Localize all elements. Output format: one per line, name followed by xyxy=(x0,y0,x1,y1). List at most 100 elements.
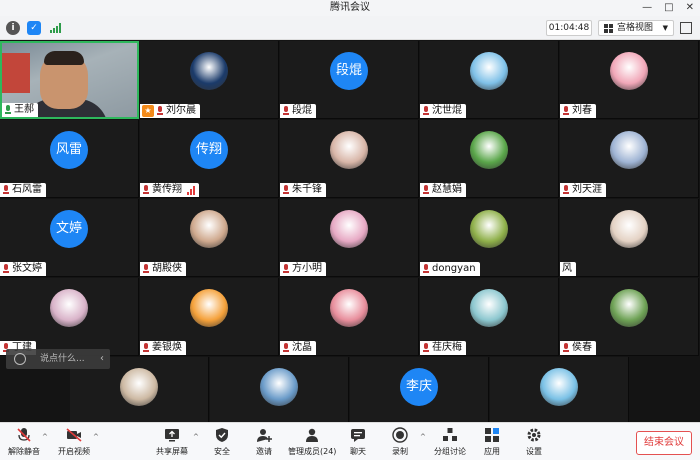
chevron-down-icon: ▼ xyxy=(662,24,668,32)
mic-muted-icon xyxy=(422,106,430,116)
mic-muted-icon xyxy=(142,264,150,274)
shield-icon[interactable]: ✓ xyxy=(27,21,41,35)
participant-tile[interactable]: 姜银焕 xyxy=(140,278,279,356)
participant-name-bar: 沈世焜 xyxy=(420,104,466,118)
end-meeting-button[interactable]: 结束会议 xyxy=(636,431,692,455)
manage-members-button[interactable]: 管理成员(24) xyxy=(288,427,336,459)
mic-muted-icon xyxy=(16,427,32,443)
participant-tile[interactable]: 文婷 张文婷 xyxy=(0,199,139,277)
title-bar: 腾讯会议 — □ ✕ xyxy=(0,0,700,16)
video-person-face xyxy=(40,51,88,109)
record-button[interactable]: 录制 xyxy=(378,427,422,459)
participant-name: 刘春 xyxy=(572,105,592,116)
participant-tile[interactable]: 丁建 xyxy=(0,278,139,356)
avatar-photo xyxy=(610,210,648,248)
participant-name: 赵慧娟 xyxy=(432,184,462,195)
participant-name: 黄传翔 xyxy=(152,184,182,195)
chat-button[interactable]: 聊天 xyxy=(336,427,380,459)
avatar-photo xyxy=(610,289,648,327)
window-title: 腾讯会议 xyxy=(330,2,370,13)
participant-tile[interactable]: 沈世焜 xyxy=(420,41,559,119)
fullscreen-icon[interactable] xyxy=(680,22,692,34)
apps-grid-icon xyxy=(484,427,500,443)
members-icon xyxy=(304,427,320,443)
mic-muted-icon xyxy=(282,264,290,274)
participant-name: 沈世焜 xyxy=(432,105,462,116)
breakout-icon xyxy=(442,427,458,443)
mic-muted-icon xyxy=(2,264,10,274)
participant-tile[interactable]: 赵慧娟 xyxy=(420,120,559,198)
share-screen-button[interactable]: 共享屏幕 xyxy=(150,427,194,459)
bottom-toolbar: 解除静音 ^ 开启视频 ^ 共享屏幕 ^ 安全 邀请 管理成员(24) 聊天 录… xyxy=(0,422,700,460)
signal-icon[interactable] xyxy=(48,21,62,35)
mic-muted-icon xyxy=(282,185,290,195)
participant-tile[interactable]: 风雷 石风雷 xyxy=(0,120,139,198)
participant-tile[interactable]: 传翔 黄传翔 xyxy=(140,120,279,198)
participant-grid: 王郝 ★ 刘尔晨 段焜 段焜 沈世焜 刘春 风雷 石风雷 传翔 黄传翔 朱千锋 赵慧娟 刘天涯 文婷 张文婷胡… xyxy=(0,41,700,435)
breakout-button[interactable]: 分组讨论 xyxy=(428,427,472,459)
avatar-photo xyxy=(330,131,368,169)
participant-tile[interactable]: 段焜 段焜 xyxy=(280,41,419,119)
participant-tile[interactable]: 风 xyxy=(560,199,699,277)
participant-tile[interactable]: 朱千锋 xyxy=(280,120,419,198)
mute-button[interactable]: 解除静音 xyxy=(2,427,46,459)
security-button[interactable]: 安全 xyxy=(200,427,244,459)
participant-tile[interactable]: dongyan xyxy=(420,199,559,277)
avatar-photo xyxy=(50,289,88,327)
share-options-caret[interactable]: ^ xyxy=(193,433,199,441)
mic-muted-icon xyxy=(142,343,150,353)
maximize-icon[interactable]: □ xyxy=(664,0,673,16)
participant-tile[interactable]: 刘春 xyxy=(560,41,699,119)
add-user-icon xyxy=(256,427,272,443)
info-icon[interactable]: i xyxy=(6,21,20,35)
participant-name-bar: 石风雷 xyxy=(0,183,46,197)
participant-name-bar: 朱千锋 xyxy=(280,183,326,197)
close-icon[interactable]: ✕ xyxy=(686,0,694,16)
video-options-caret[interactable]: ^ xyxy=(93,433,99,441)
participant-name: 刘天涯 xyxy=(572,184,602,195)
participant-tile[interactable]: 胡殿侠 xyxy=(140,199,279,277)
chevron-left-icon[interactable]: ‹ xyxy=(100,349,104,369)
participant-name-bar: 张文婷 xyxy=(0,262,46,276)
screen-share-icon xyxy=(164,427,180,443)
avatar-initials: 段焜 xyxy=(330,52,368,90)
participant-name-bar: 荏庆梅 xyxy=(420,341,466,355)
mic-muted-icon xyxy=(142,185,150,195)
minimize-icon[interactable]: — xyxy=(642,0,652,16)
settings-button[interactable]: 设置 xyxy=(512,427,556,459)
mic-muted-icon xyxy=(282,106,290,116)
participant-name: 沈晶 xyxy=(292,342,312,353)
emoji-icon[interactable] xyxy=(14,353,26,365)
participant-tile[interactable]: 刘天涯 xyxy=(560,120,699,198)
participant-tile[interactable]: 方小明 xyxy=(280,199,419,277)
participant-tile[interactable]: 侯春 xyxy=(560,278,699,356)
chat-input[interactable]: 说点什么... ‹ xyxy=(6,349,110,369)
shield-icon xyxy=(214,427,230,443)
avatar-photo xyxy=(330,210,368,248)
participant-tile[interactable]: ★ 刘尔晨 xyxy=(140,41,279,119)
meeting-window: 腾讯会议 — □ ✕ i ✓ 01:04:48 宫格视图 ▼ 王郝 ★ 刘尔晨 段焜段… xyxy=(0,0,700,460)
participant-tile[interactable]: 王郝 xyxy=(0,41,139,119)
meeting-topbar: i ✓ 01:04:48 宫格视图 ▼ xyxy=(0,16,700,40)
participant-name: 段焜 xyxy=(292,105,312,116)
host-badge-icon: ★ xyxy=(142,105,154,117)
mute-options-caret[interactable]: ^ xyxy=(42,433,48,441)
mic-muted-icon xyxy=(422,185,430,195)
participant-name-bar: 黄传翔 xyxy=(140,183,199,197)
avatar-photo xyxy=(540,368,578,406)
participant-tile[interactable]: 沈晶 xyxy=(280,278,419,356)
avatar-initials: 李庆 xyxy=(400,368,438,406)
participant-name: 风 xyxy=(562,263,572,274)
avatar-initials: 文婷 xyxy=(50,210,88,248)
participant-name-bar: 沈晶 xyxy=(280,341,316,355)
video-button[interactable]: 开启视频 xyxy=(52,427,96,459)
participant-name-bar: 风 xyxy=(560,262,576,276)
record-options-caret[interactable]: ^ xyxy=(420,433,426,441)
view-mode-dropdown[interactable]: 宫格视图 ▼ xyxy=(598,20,674,36)
invite-button[interactable]: 邀请 xyxy=(242,427,286,459)
participant-name-bar: 胡殿侠 xyxy=(140,262,186,276)
apps-button[interactable]: 应用 xyxy=(470,427,514,459)
participant-tile[interactable]: 荏庆梅 xyxy=(420,278,559,356)
avatar-photo xyxy=(610,52,648,90)
participant-name-bar: 姜银焕 xyxy=(140,341,186,355)
